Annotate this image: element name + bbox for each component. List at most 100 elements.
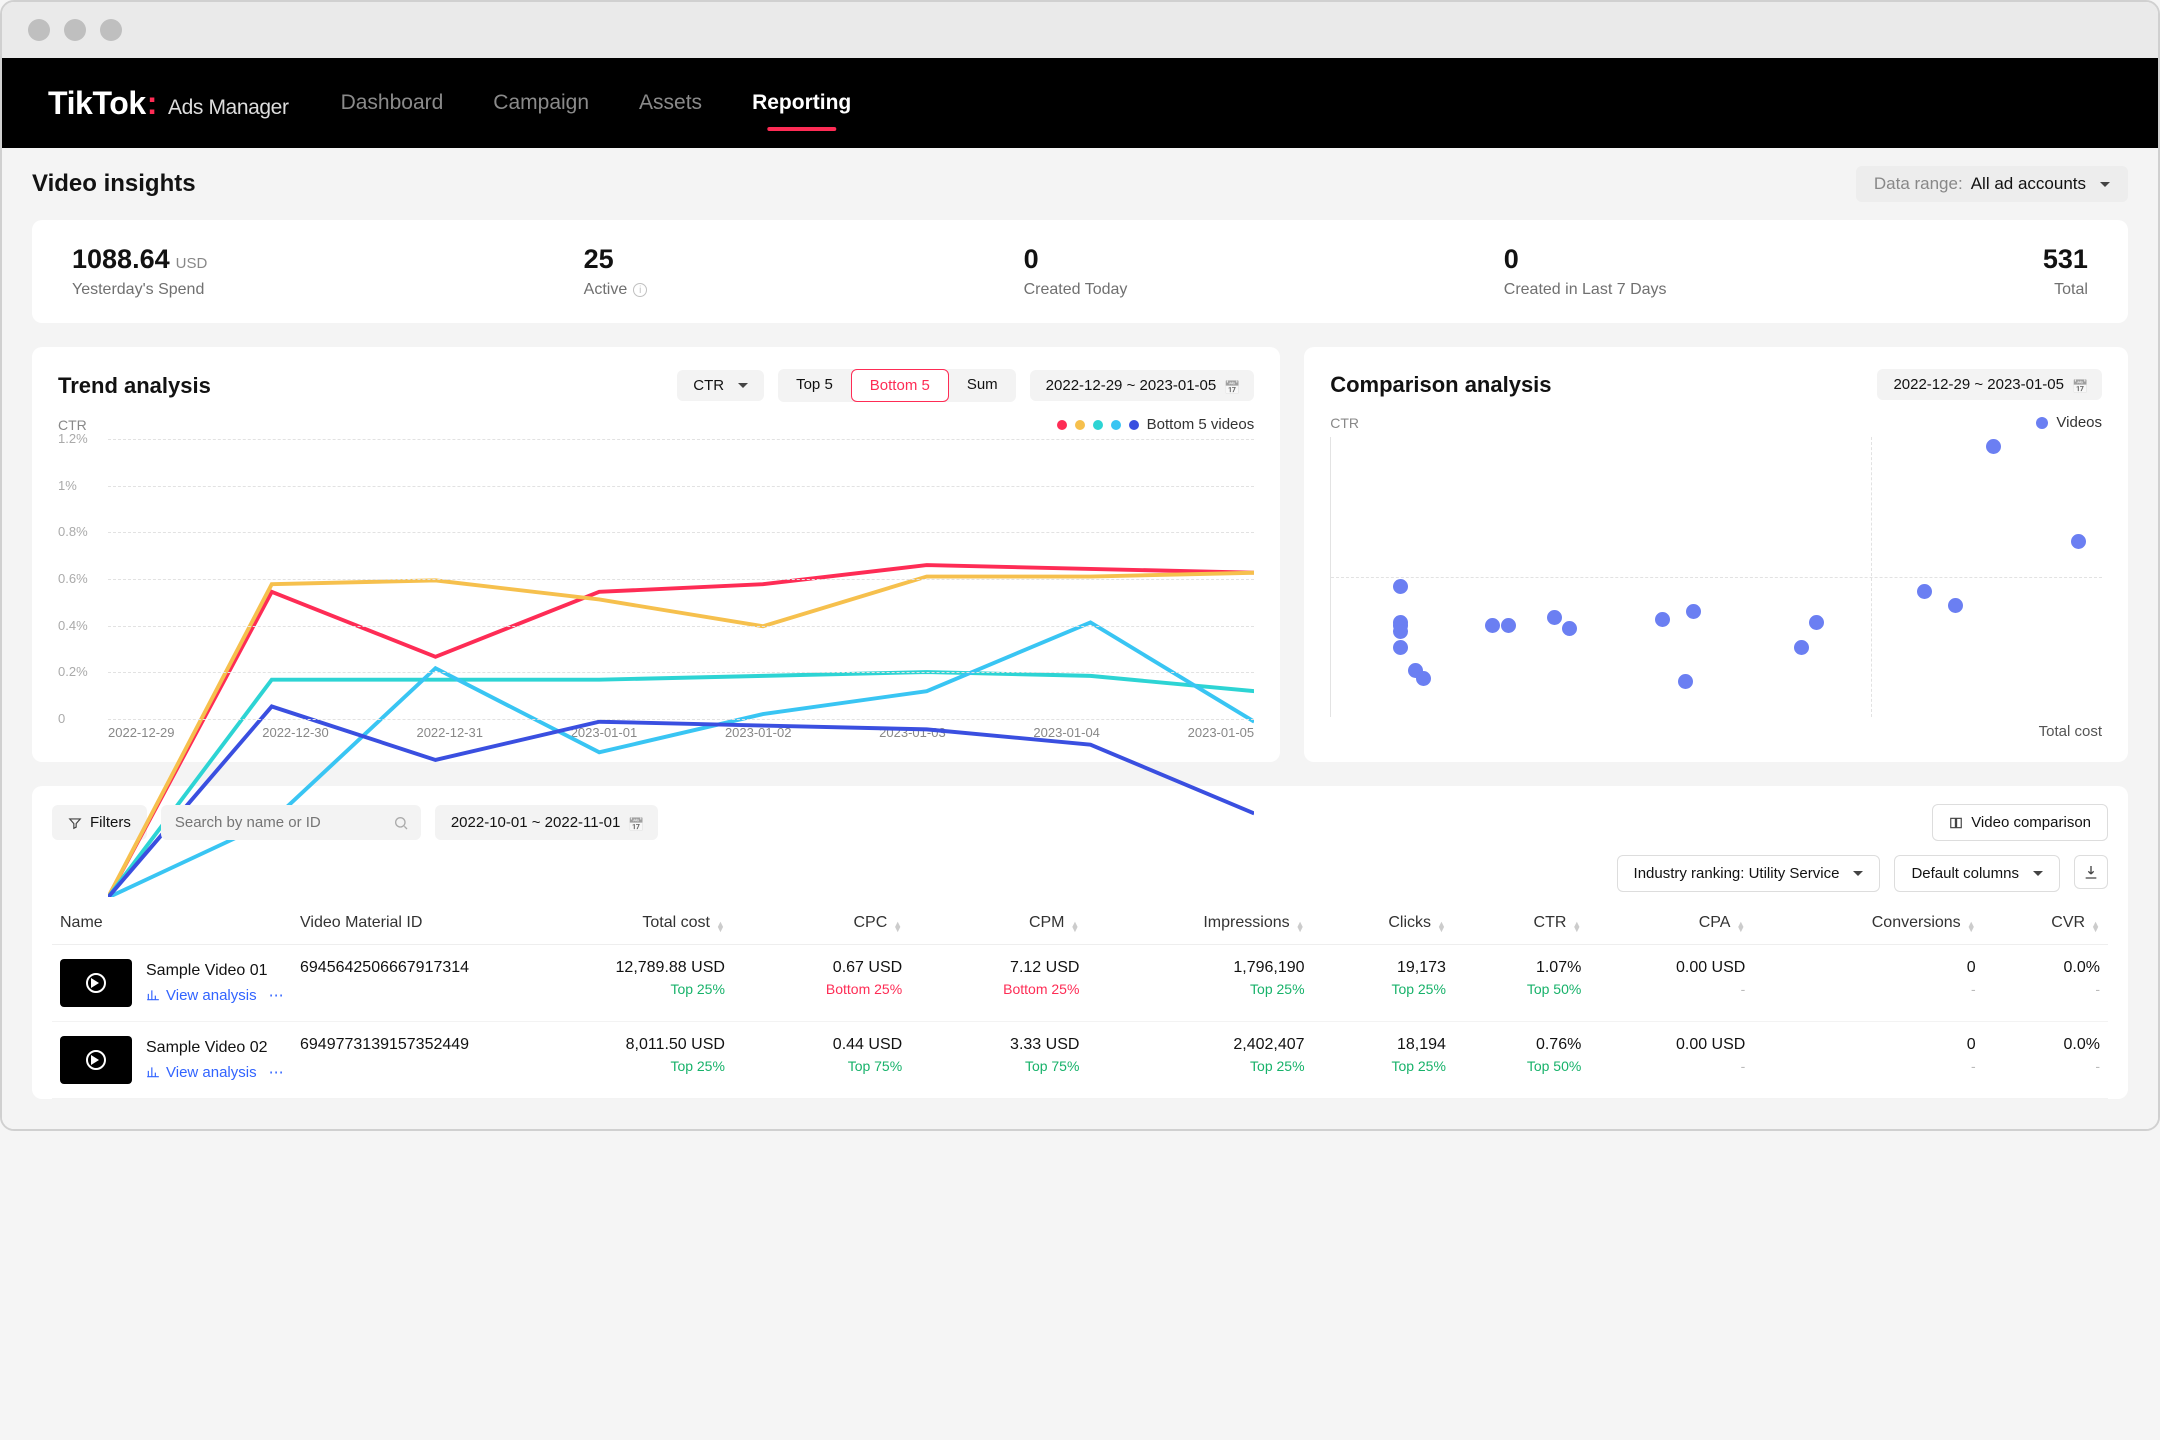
- trend-panel: Trend analysis CTR Top 5 Bottom 5 Sum 20…: [32, 347, 1280, 762]
- grid-line: [1871, 437, 1872, 717]
- scatter-point[interactable]: [1485, 618, 1500, 633]
- trend-legend-label: Bottom 5 videos: [1147, 416, 1255, 433]
- stat-created-today-value: 0: [1024, 244, 1128, 275]
- trend-date-range[interactable]: 2022-12-29 ~ 2023-01-05: [1030, 370, 1255, 401]
- col-cpa[interactable]: CPA▲▼: [1589, 902, 1753, 945]
- trend-toolbar: CTR Top 5 Bottom 5 Sum 2022-12-29 ~ 2023…: [677, 369, 1254, 402]
- seg-top5[interactable]: Top 5: [778, 369, 851, 402]
- comparison-chart: [1330, 437, 2102, 717]
- seg-sum[interactable]: Sum: [949, 369, 1016, 402]
- scatter-point[interactable]: [1416, 671, 1431, 686]
- sort-icon: ▲▼: [1296, 922, 1305, 932]
- search-input[interactable]: [161, 805, 421, 840]
- export-button[interactable]: [2074, 855, 2108, 889]
- scatter-point[interactable]: [1686, 604, 1701, 619]
- window-dot: [100, 19, 122, 41]
- sort-icon: ▲▼: [893, 922, 902, 932]
- sort-icon: ▲▼: [2091, 922, 2100, 932]
- chevron-down-icon: [2027, 865, 2043, 882]
- analysis-panels: Trend analysis CTR Top 5 Bottom 5 Sum 20…: [32, 347, 2128, 762]
- grid-line: 0.4%: [108, 626, 1254, 627]
- trend-series-line: [108, 622, 1254, 897]
- rank-label: -: [1597, 1058, 1745, 1074]
- comparison-ylabel: CTR: [1330, 415, 1359, 431]
- grid-line: 1.2%: [108, 439, 1254, 440]
- comparison-date-value: 2022-12-29 ~ 2023-01-05: [1893, 376, 2064, 393]
- rank-label: Top 25%: [500, 1058, 725, 1074]
- trend-seg: Top 5 Bottom 5 Sum: [778, 369, 1016, 402]
- scatter-point[interactable]: [1809, 615, 1824, 630]
- col-clicks[interactable]: Clicks▲▼: [1313, 902, 1454, 945]
- video-thumbnail[interactable]: [60, 1036, 132, 1084]
- scatter-point[interactable]: [1393, 640, 1408, 655]
- comparison-legend-label: Videos: [2056, 414, 2102, 431]
- stat-spend: 1088.64USD Yesterday's Spend: [72, 244, 207, 299]
- col-cpm[interactable]: CPM▲▼: [910, 902, 1087, 945]
- scatter-point[interactable]: [1917, 584, 1932, 599]
- comparison-chart-top: CTR Videos: [1330, 414, 2102, 431]
- rank-label: Bottom 25%: [918, 981, 1079, 997]
- col-ctr[interactable]: CTR▲▼: [1454, 902, 1589, 945]
- col-cpc[interactable]: CPC▲▼: [733, 902, 910, 945]
- calendar-icon: [628, 816, 642, 830]
- rank-label: Top 25%: [500, 981, 725, 997]
- col-totalcost[interactable]: Total cost▲▼: [492, 902, 733, 945]
- data-range-select[interactable]: Data range: All ad accounts: [1856, 166, 2128, 202]
- info-icon[interactable]: i: [633, 283, 647, 297]
- nav-dashboard[interactable]: Dashboard: [341, 91, 444, 115]
- brand-sub: Ads Manager: [168, 96, 289, 120]
- col-impressions[interactable]: Impressions▲▼: [1087, 902, 1312, 945]
- cell-totalcost: 8,011.50 USDTop 25%: [492, 1022, 733, 1099]
- chevron-down-icon: [732, 377, 748, 394]
- calendar-icon: [1224, 379, 1238, 393]
- nav-campaign[interactable]: Campaign: [493, 91, 589, 115]
- scatter-point[interactable]: [1562, 621, 1577, 636]
- scatter-point[interactable]: [1655, 612, 1670, 627]
- scatter-point[interactable]: [1794, 640, 1809, 655]
- rank-label: Top 50%: [1462, 981, 1581, 997]
- stat-created-7-value: 0: [1504, 244, 1667, 275]
- view-analysis-link[interactable]: View analysis ⋯: [146, 986, 284, 1004]
- sort-icon: ▲▼: [1437, 922, 1446, 932]
- more-icon[interactable]: ⋯: [263, 1063, 284, 1081]
- stat-created-today-label: Created Today: [1024, 281, 1128, 299]
- industry-ranking-value: Industry ranking: Utility Service: [1634, 865, 1840, 882]
- scatter-point[interactable]: [1393, 624, 1408, 639]
- columns-select[interactable]: Default columns: [1894, 855, 2060, 892]
- cell-vmid: 6949773139157352449: [292, 1022, 492, 1099]
- page-body: Video insights Data range: All ad accoun…: [2, 148, 2158, 1129]
- comparison-date-range[interactable]: 2022-12-29 ~ 2023-01-05: [1877, 369, 2102, 400]
- trend-metric-select[interactable]: CTR: [677, 370, 764, 401]
- scatter-point[interactable]: [1678, 674, 1693, 689]
- cell-cpa: 0.00 USD-: [1589, 945, 1753, 1022]
- scatter-point[interactable]: [2071, 534, 2086, 549]
- sort-icon: ▲▼: [1967, 922, 1976, 932]
- video-thumbnail[interactable]: [60, 959, 132, 1007]
- scatter-point[interactable]: [1547, 610, 1562, 625]
- col-conversions[interactable]: Conversions▲▼: [1753, 902, 1983, 945]
- more-icon[interactable]: ⋯: [263, 986, 284, 1004]
- scatter-point[interactable]: [1948, 598, 1963, 613]
- data-range-value: All ad accounts: [1971, 174, 2086, 194]
- scatter-point[interactable]: [1501, 618, 1516, 633]
- trend-chart: 00.2%0.4%0.6%0.8%1%1.2%: [58, 439, 1254, 719]
- seg-bottom5[interactable]: Bottom 5: [851, 369, 949, 402]
- nav-reporting[interactable]: Reporting: [752, 91, 851, 115]
- scatter-point[interactable]: [1986, 439, 2001, 454]
- scatter-point[interactable]: [1393, 579, 1408, 594]
- cell-cpm: 7.12 USDBottom 25%: [910, 945, 1087, 1022]
- rank-label: -: [1761, 981, 1975, 997]
- trend-panel-head: Trend analysis CTR Top 5 Bottom 5 Sum 20…: [58, 369, 1254, 402]
- col-vmid[interactable]: Video Material ID: [292, 902, 492, 945]
- table-toolbar-right: Video comparison: [1932, 804, 2108, 841]
- col-cvr[interactable]: CVR▲▼: [1984, 902, 2108, 945]
- col-name[interactable]: Name: [52, 902, 292, 945]
- view-analysis-link[interactable]: View analysis ⋯: [146, 1063, 284, 1081]
- video-table: Name Video Material ID Total cost▲▼ CPC▲…: [52, 902, 2108, 1099]
- nav-assets[interactable]: Assets: [639, 91, 702, 115]
- rank-label: -: [1761, 1058, 1975, 1074]
- industry-ranking-select[interactable]: Industry ranking: Utility Service: [1617, 855, 1881, 892]
- video-comparison-button[interactable]: Video comparison: [1932, 804, 2108, 841]
- cell-impressions: 1,796,190Top 25%: [1087, 945, 1312, 1022]
- legend-dot-icon: [1093, 420, 1103, 430]
